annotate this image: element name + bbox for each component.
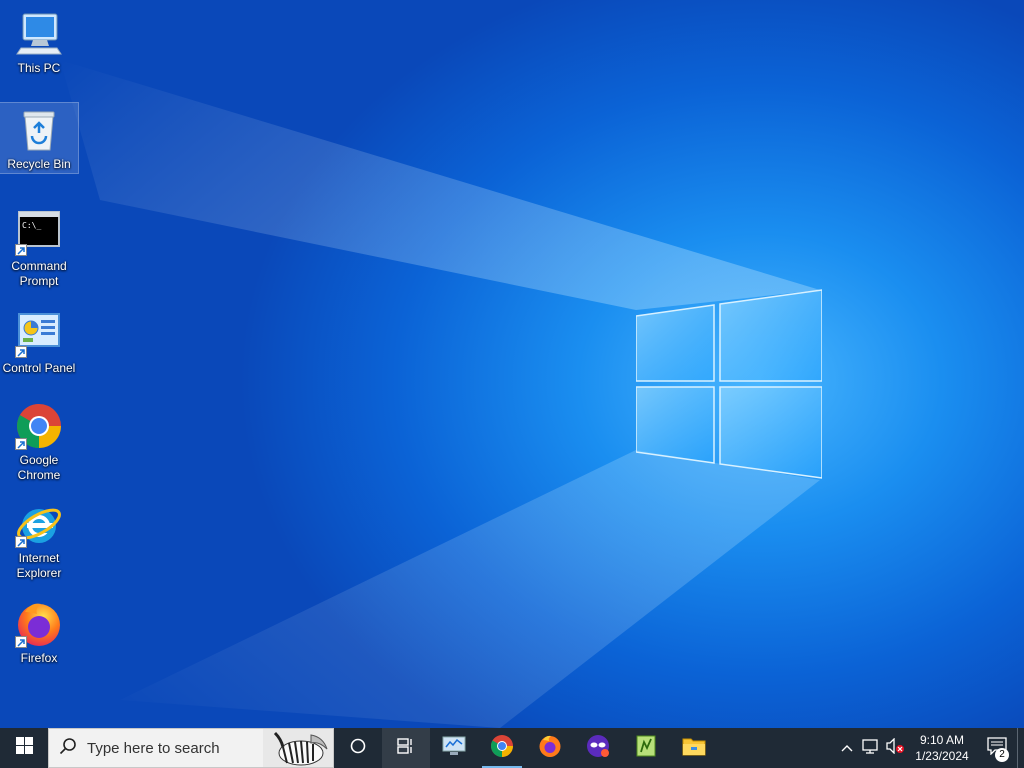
taskbar-app-privacy[interactable] xyxy=(574,728,622,768)
google-chrome-icon xyxy=(490,734,514,763)
taskbar-app-notepad-plus-plus[interactable] xyxy=(622,728,670,768)
desktop-icon-label: Google Chrome xyxy=(17,453,61,482)
start-button[interactable] xyxy=(0,728,48,768)
shortcut-arrow-icon xyxy=(15,636,27,648)
search-placeholder: Type here to search xyxy=(87,739,220,757)
desktop-icon-control-panel[interactable]: Control Panel xyxy=(0,310,78,376)
firefox-icon xyxy=(15,600,63,648)
notepad-plus-plus-icon xyxy=(635,734,657,763)
network-tray-button[interactable] xyxy=(859,728,883,768)
show-desktop-button[interactable] xyxy=(1017,728,1024,768)
search-highlight-zebra-icon xyxy=(263,729,333,767)
cortana-button[interactable] xyxy=(334,728,382,768)
windows-logo-wallpaper xyxy=(636,289,822,479)
task-view-button[interactable] xyxy=(382,728,430,768)
this-pc-icon xyxy=(15,10,63,58)
cortana-icon xyxy=(350,738,366,759)
volume-tray-button[interactable] xyxy=(883,728,907,768)
desktop-icon-command-prompt[interactable]: C:\_ Command Prompt xyxy=(0,208,78,289)
desktop: This PC Recycle Bin C:\_ Command Prompt … xyxy=(0,0,1024,728)
desktop-icon-internet-explorer[interactable]: Internet Explorer xyxy=(0,500,78,581)
notification-count-badge: 2 xyxy=(995,748,1009,762)
shortcut-arrow-icon xyxy=(15,346,27,358)
desktop-icon-label: This PC xyxy=(17,61,61,75)
clock-time: 9:10 AM xyxy=(919,733,965,747)
taskbar-search-box[interactable]: Type here to search xyxy=(48,728,334,768)
taskbar-clock[interactable]: 9:10 AM 1/23/2024 xyxy=(907,732,977,764)
desktop-icon-firefox[interactable]: Firefox xyxy=(0,600,78,666)
system-tray: 9:10 AM 1/23/2024 2 xyxy=(835,728,1024,768)
action-center-button[interactable]: 2 xyxy=(977,728,1017,768)
task-view-icon xyxy=(397,737,415,759)
chevron-up-icon xyxy=(841,739,853,757)
desktop-icon-google-chrome[interactable]: Google Chrome xyxy=(0,402,78,483)
taskbar-app-network-monitor[interactable] xyxy=(430,728,478,768)
network-monitor-icon xyxy=(442,735,466,762)
show-hidden-icons-button[interactable] xyxy=(835,728,859,768)
desktop-icon-label: Firefox xyxy=(20,651,58,665)
search-icon xyxy=(59,737,77,760)
internet-explorer-icon xyxy=(15,500,63,548)
recycle-bin-icon xyxy=(15,106,63,154)
desktop-icon-label: Control Panel xyxy=(2,361,76,375)
taskbar-app-file-explorer[interactable] xyxy=(670,728,718,768)
shortcut-arrow-icon xyxy=(15,438,27,450)
taskbar: Type here to search 9:10 AM 1/23/2024 2 xyxy=(0,728,1024,768)
volume-muted-icon xyxy=(885,736,905,759)
desktop-icon-label: Command Prompt xyxy=(11,259,67,288)
privacy-mask-icon xyxy=(586,734,610,763)
desktop-icon-recycle-bin[interactable]: Recycle Bin xyxy=(0,102,79,174)
command-prompt-icon: C:\_ xyxy=(15,208,63,256)
shortcut-arrow-icon xyxy=(15,536,27,548)
windows-start-icon xyxy=(15,737,33,759)
file-explorer-icon xyxy=(682,736,706,761)
wallpaper-light-beams xyxy=(60,60,820,728)
network-icon xyxy=(862,738,880,759)
control-panel-icon xyxy=(15,310,63,358)
taskbar-app-firefox[interactable] xyxy=(526,728,574,768)
shortcut-arrow-icon xyxy=(15,244,27,256)
desktop-icon-label: Internet Explorer xyxy=(16,551,62,580)
firefox-icon xyxy=(538,734,562,763)
desktop-icon-this-pc[interactable]: This PC xyxy=(0,10,78,76)
google-chrome-icon xyxy=(15,402,63,450)
clock-date: 1/23/2024 xyxy=(915,749,969,763)
desktop-icon-label: Recycle Bin xyxy=(7,157,71,171)
taskbar-app-google-chrome[interactable] xyxy=(478,728,526,768)
svg-text:C:\_: C:\_ xyxy=(22,221,41,230)
